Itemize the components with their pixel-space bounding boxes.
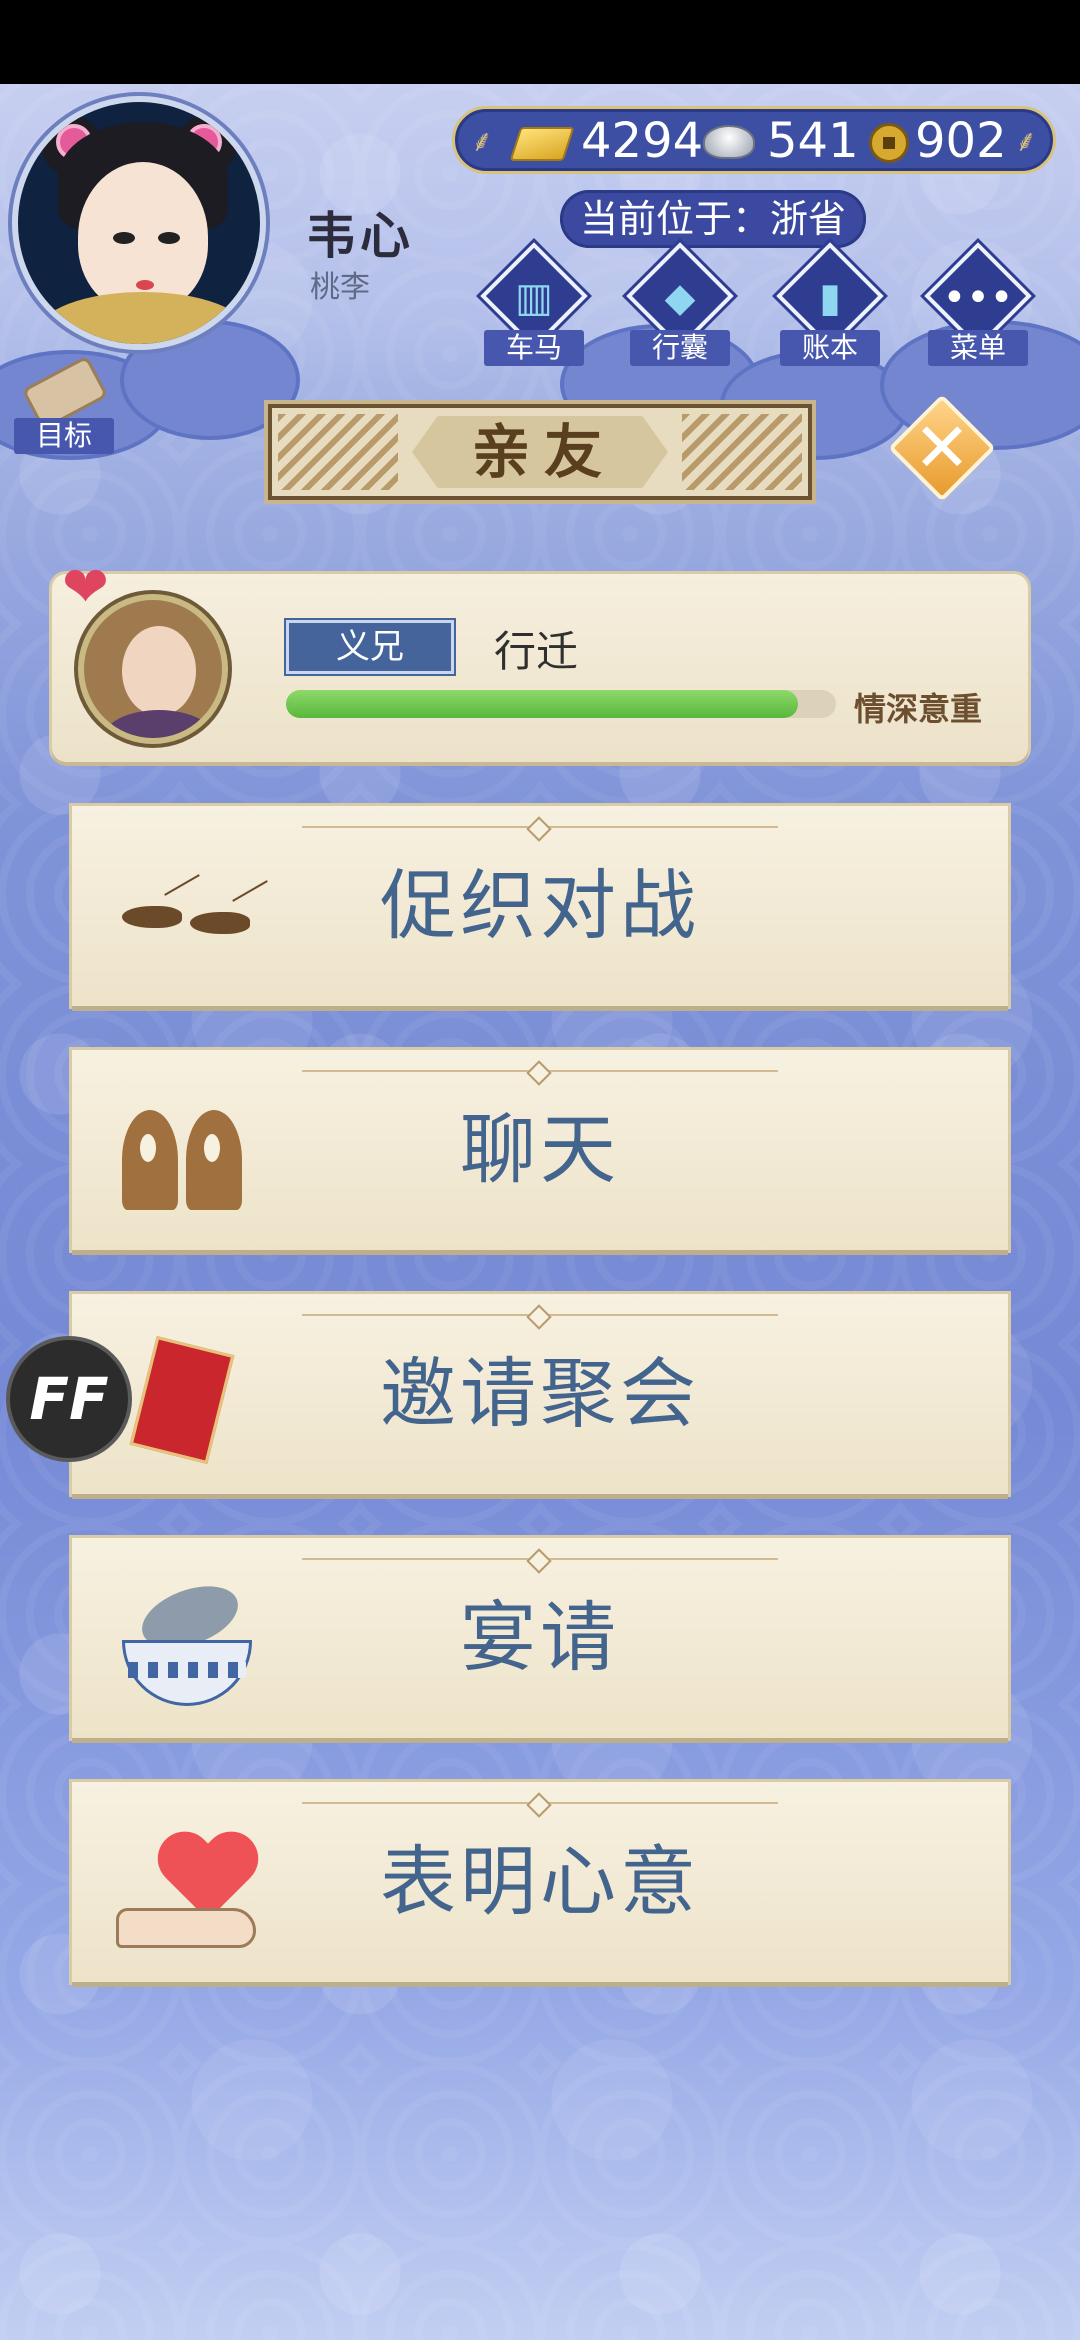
avatar-mouth xyxy=(136,280,154,290)
affection-progress-bar xyxy=(286,690,836,718)
action-label: 邀请聚会 xyxy=(380,1349,700,1438)
coin-amount: 902 xyxy=(915,113,1007,169)
action-label: 宴请 xyxy=(460,1593,620,1682)
panel-title: 亲友 xyxy=(471,418,616,486)
close-icon[interactable]: ✕ xyxy=(888,404,996,494)
currency-bar: ⸙ 4294 541 902 ⸙ xyxy=(452,106,1056,174)
friend-robe xyxy=(102,710,216,738)
relation-badge: 义兄 xyxy=(286,620,454,674)
hearts-icon: ❤ xyxy=(62,555,109,620)
silver-ingot-icon xyxy=(703,125,755,159)
action-label: 促织对战 xyxy=(380,861,700,950)
nav-label: 车马 xyxy=(484,330,584,366)
affection-status: 情深意重 xyxy=(854,690,983,728)
nav-label: 账本 xyxy=(780,330,880,366)
silver-amount: 541 xyxy=(767,113,859,169)
avatar-eye xyxy=(158,232,180,244)
gold-ingot-icon xyxy=(509,127,575,161)
bundle-icon: ◆ xyxy=(664,275,696,321)
nav-bundle-button[interactable]: ◆ 行囊 xyxy=(620,242,740,368)
friend-name: 行迁 xyxy=(494,627,579,676)
action-invite-party[interactable]: 邀请聚会 xyxy=(72,1294,1008,1494)
ledger-icon: ▮ xyxy=(818,275,841,321)
menu-dots-icon: ••• xyxy=(942,275,1014,321)
nav-menu-button[interactable]: ••• 菜单 xyxy=(918,242,1038,368)
player-name: 韦心 xyxy=(306,207,414,265)
action-chat[interactable]: 聊天 xyxy=(72,1050,1008,1250)
floating-ff-button[interactable]: FF xyxy=(6,1336,132,1462)
action-label: 表明心意 xyxy=(380,1837,700,1926)
player-avatar[interactable] xyxy=(12,96,266,350)
location-indicator: 当前位于：浙省 xyxy=(560,190,866,248)
bamboo-icon: ⸙ xyxy=(1014,124,1038,159)
goal-button[interactable]: 目标 xyxy=(14,355,114,460)
nav-label: 菜单 xyxy=(928,330,1028,366)
action-banquet[interactable]: 宴请 xyxy=(72,1538,1008,1738)
avatar-eye xyxy=(113,232,135,244)
friend-card: ❤ 义兄 行迁 情深意重 xyxy=(52,560,1028,762)
action-cricket-battle[interactable]: 促织对战 xyxy=(72,806,1008,1006)
status-bar xyxy=(0,0,1080,84)
action-confess[interactable]: 表明心意 xyxy=(72,1782,1008,1982)
avatar-robe xyxy=(38,292,248,344)
panel-title-banner: 亲友 xyxy=(268,404,812,500)
nav-label: 行囊 xyxy=(630,330,730,366)
action-label: 聊天 xyxy=(460,1105,620,1194)
affection-progress-fill xyxy=(286,690,798,718)
bamboo-icon: ⸙ xyxy=(470,124,494,159)
nav-ledger-button[interactable]: ▮ 账本 xyxy=(770,242,890,368)
goal-label: 目标 xyxy=(14,418,114,454)
nav-carriage-button[interactable]: ▥ 车马 xyxy=(474,242,594,368)
gold-amount: 4294 xyxy=(581,113,704,169)
friend-head xyxy=(122,626,196,716)
copper-coin-icon xyxy=(869,123,909,163)
carriage-icon: ▥ xyxy=(515,275,553,321)
player-subtitle: 桃李 xyxy=(310,270,370,305)
